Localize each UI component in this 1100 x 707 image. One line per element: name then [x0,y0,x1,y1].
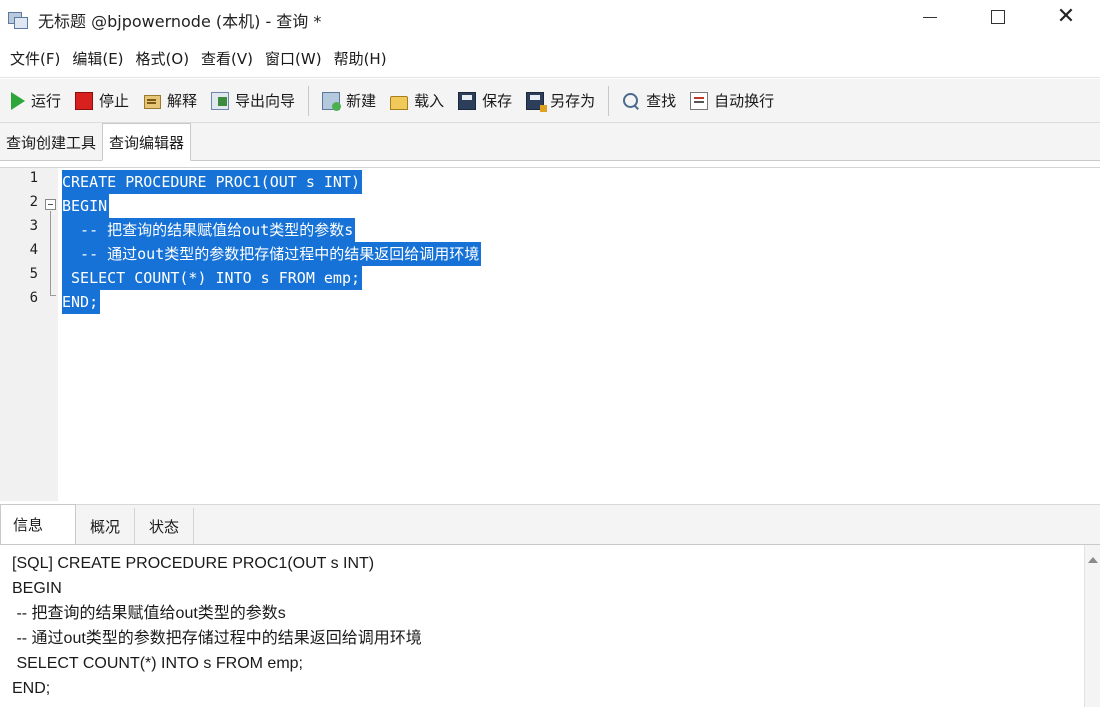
stop-icon [75,91,94,110]
vertical-scrollbar[interactable] [1084,545,1100,707]
folder-icon [390,95,409,110]
close-button[interactable]: ✕ [1032,0,1100,34]
fold-guide [50,211,51,295]
minimize-icon [923,16,937,18]
maximize-button[interactable] [964,0,1032,34]
menu-window[interactable]: 窗口(W) [259,48,328,69]
new-button[interactable]: 新建 [315,85,383,117]
explain-label: 解释 [167,92,198,110]
load-button[interactable]: 载入 [383,85,451,117]
line-number: 4 [29,242,38,258]
stop-button[interactable]: 停止 [68,85,136,117]
menu-format[interactable]: 格式(O) [130,48,196,69]
message-panel[interactable]: [SQL] CREATE PROCEDURE PROC1(OUT s INT) … [0,544,1100,707]
find-button[interactable]: 查找 [615,85,683,117]
new-label: 新建 [346,92,377,110]
line-number: 5 [29,266,38,282]
message-line: SELECT COUNT(*) INTO s FROM emp; [12,655,303,672]
save-button[interactable]: 保存 [451,85,519,117]
code-line[interactable]: CREATE PROCEDURE PROC1(OUT s INT) [62,170,363,194]
tab-status[interactable]: 状态 [135,508,195,544]
message-line: BEGIN [12,580,62,597]
load-label: 载入 [414,92,445,110]
export-wizard-label: 导出向导 [235,92,296,110]
save-as-label: 另存为 [550,92,596,110]
editor-tabs: 查询创建工具 查询编辑器 [0,123,1100,161]
code-line[interactable]: -- 把查询的结果赋值给out类型的参数s [62,218,356,242]
maximize-icon [991,10,1005,24]
menu-edit[interactable]: 编辑(E) [66,48,129,69]
line-number: 3 [29,218,38,234]
word-wrap-button[interactable]: 自动换行 [683,85,781,117]
export-wizard-button[interactable]: 导出向导 [204,85,302,117]
tab-info[interactable]: 信息 [0,504,76,544]
explain-button[interactable]: 解释 [136,85,204,117]
scroll-up-arrow-icon[interactable] [1088,557,1098,563]
play-icon [11,91,25,110]
fold-guide-end [50,295,56,296]
message-line: -- 把查询的结果赋值给out类型的参数s [12,605,286,622]
search-icon [622,92,640,110]
new-query-icon [322,91,342,111]
window-controls: ✕ [896,0,1100,40]
toolbar-separator [608,85,610,116]
tab-summary[interactable]: 概况 [76,508,136,544]
window-title: 无标题 @bjpowernode (本机) - 查询 * [38,12,322,31]
stop-label: 停止 [99,92,130,110]
line-number-gutter: 1 2 3 4 5 6 [0,168,58,501]
message-line: END; [12,680,51,697]
minimize-button[interactable] [896,0,964,34]
explain-icon [143,92,162,110]
code-line[interactable]: BEGIN [62,194,110,218]
run-button[interactable]: 运行 [4,85,68,117]
close-icon: ✕ [1056,4,1076,29]
line-number: 2 [29,194,38,210]
message-line: [SQL] CREATE PROCEDURE PROC1(OUT s INT) [12,555,375,572]
menu-help[interactable]: 帮助(H) [328,48,393,69]
word-wrap-icon [690,91,709,110]
toolbar-separator [308,85,310,116]
tab-query-editor[interactable]: 查询编辑器 [102,123,192,161]
fold-toggle-icon[interactable] [45,199,56,210]
line-number: 1 [29,170,38,186]
toolbar: 运行 停止 解释 导出向导 新建 载入 保存 另存为 查找 自动换行 [0,79,1100,123]
code-line[interactable]: SELECT COUNT(*) INTO s FROM emp; [62,266,363,290]
result-tabs: 信息 概况 状态 [0,504,1100,544]
line-number: 6 [29,290,38,306]
code-line[interactable]: END; [62,290,101,314]
word-wrap-label: 自动换行 [714,92,775,110]
export-icon [211,91,230,110]
save-icon [458,91,477,110]
save-as-icon [526,91,548,112]
find-label: 查找 [646,92,677,110]
save-as-button[interactable]: 另存为 [519,85,602,117]
sql-editor[interactable]: 1 2 3 4 5 6 CREATE PROCEDURE PROC1(OUT s… [0,167,1100,501]
menu-file[interactable]: 文件(F) [4,48,66,69]
code-line[interactable]: -- 通过out类型的参数把存储过程中的结果返回给调用环境 [62,242,482,266]
message-line: -- 通过out类型的参数把存储过程中的结果返回给调用环境 [12,630,422,647]
tab-query-builder[interactable]: 查询创建工具 [0,124,102,160]
app-icon [8,10,30,30]
save-label: 保存 [482,92,513,110]
title-bar: 无标题 @bjpowernode (本机) - 查询 * ✕ [0,0,1100,40]
run-label: 运行 [31,92,62,110]
menu-bar: 文件(F) 编辑(E) 格式(O) 查看(V) 窗口(W) 帮助(H) [0,40,1100,78]
menu-view[interactable]: 查看(V) [195,48,259,69]
